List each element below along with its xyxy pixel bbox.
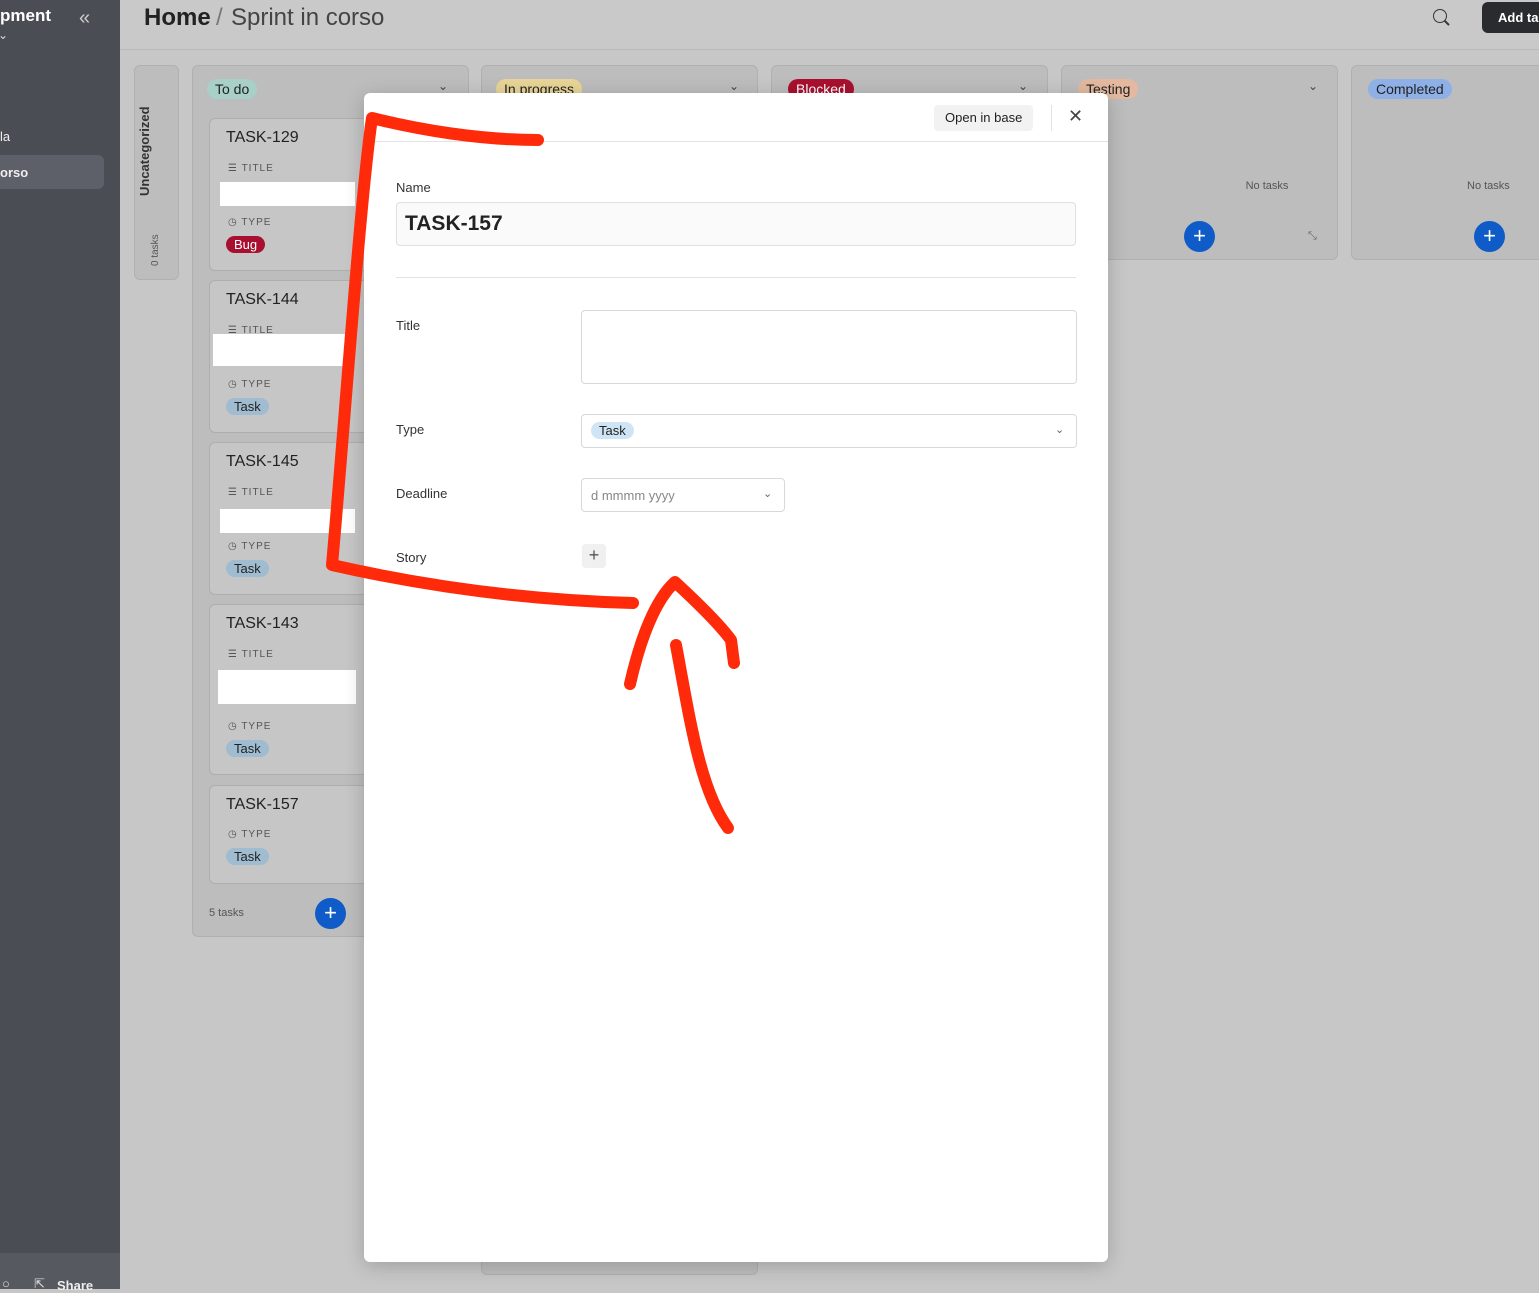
sidebar-item[interactable]: la xyxy=(0,129,10,144)
task-card[interactable]: TASK-129 ☰ TITLE ◷ TYPE Bug xyxy=(209,118,379,271)
card-id: TASK-129 xyxy=(226,129,299,146)
type-chip: Task xyxy=(226,848,269,865)
task-card[interactable]: TASK-145 ☰ TITLE ◷ TYPE Task xyxy=(209,442,379,595)
breadcrumb-separator: / xyxy=(216,4,223,31)
share-button[interactable]: Share xyxy=(57,1278,93,1293)
close-icon[interactable]: ✕ xyxy=(1068,106,1083,127)
field-label-type: ◷ TYPE xyxy=(228,217,272,228)
share-icon: ⇱ xyxy=(34,1276,45,1291)
column-badge: To do xyxy=(207,79,258,99)
add-card-button[interactable]: + xyxy=(1474,221,1505,252)
task-detail-modal: Open in base ✕ Name TASK-157 Title Type … xyxy=(364,93,1108,1262)
field-label-title: ☰ TITLE xyxy=(228,487,274,498)
title-label: Title xyxy=(396,318,421,333)
card-id: TASK-143 xyxy=(226,615,299,632)
open-in-base-button[interactable]: Open in base xyxy=(934,105,1034,131)
breadcrumb-home[interactable]: Home xyxy=(144,4,211,32)
story-label: Story xyxy=(396,550,427,565)
type-select[interactable]: Task ⌄ xyxy=(581,414,1077,448)
add-task-button[interactable]: Add ta xyxy=(1482,2,1539,33)
column-completed: Completed No tasks + xyxy=(1351,65,1539,260)
chevron-down-icon[interactable]: ⌄ xyxy=(1308,79,1318,93)
search-icon[interactable] xyxy=(1433,9,1447,23)
type-chip: Task xyxy=(226,398,269,415)
column-uncategorized[interactable]: Uncategorized 0 tasks xyxy=(134,65,179,280)
sidebar-item-active[interactable]: orso xyxy=(0,155,104,189)
task-card[interactable]: TASK-157 ◷ TYPE Task xyxy=(209,785,379,884)
deadline-picker[interactable]: d mmmm yyyy ⌄ xyxy=(581,478,785,512)
type-chip: Task xyxy=(591,422,634,439)
field-label-title: ☰ TITLE xyxy=(228,163,274,174)
column-title: Uncategorized xyxy=(137,106,152,196)
deadline-placeholder: d mmmm yyyy xyxy=(591,488,675,503)
card-id: TASK-157 xyxy=(226,796,299,813)
field-label-type: ◷ TYPE xyxy=(228,829,272,840)
add-story-button[interactable]: + xyxy=(582,544,606,568)
redacted-title xyxy=(220,182,355,206)
card-id: TASK-144 xyxy=(226,291,299,308)
collapse-sidebar-icon[interactable]: « xyxy=(79,7,90,30)
column-count: 5 tasks xyxy=(209,907,244,919)
chevron-down-icon[interactable]: ⌄ xyxy=(438,79,448,93)
workspace-chevron-icon[interactable]: ⌄ xyxy=(0,28,8,42)
redacted-title xyxy=(218,670,356,704)
field-label-type: ◷ TYPE xyxy=(228,541,272,552)
redacted-title xyxy=(220,509,355,533)
field-label-type: ◷ TYPE xyxy=(228,379,272,390)
column-count: 0 tasks xyxy=(150,234,161,266)
type-chip: Task xyxy=(226,740,269,757)
type-label: Type xyxy=(396,422,425,437)
task-card[interactable]: TASK-143 ☰ TITLE ◷ TYPE Task xyxy=(209,604,379,775)
type-chip: Bug xyxy=(226,236,266,253)
modal-toolbar: Open in base ✕ xyxy=(364,93,1108,142)
field-label-type: ◷ TYPE xyxy=(228,721,272,732)
add-card-button[interactable]: + xyxy=(1184,221,1215,252)
top-bar: Home / Sprint in corso Add ta xyxy=(120,0,1539,50)
name-input[interactable]: TASK-157 xyxy=(396,202,1076,246)
redacted-title xyxy=(213,334,345,366)
chevron-down-icon: ⌄ xyxy=(763,488,773,500)
column-badge: Completed xyxy=(1368,79,1452,99)
title-input[interactable] xyxy=(581,310,1077,384)
empty-state: No tasks xyxy=(1467,180,1510,192)
deadline-label: Deadline xyxy=(396,486,448,501)
breadcrumb-current: Sprint in corso xyxy=(231,4,385,31)
chevron-down-icon: ⌄ xyxy=(1055,424,1065,436)
name-label: Name xyxy=(396,180,431,195)
field-label-title: ☰ TITLE xyxy=(228,649,274,660)
type-chip: Task xyxy=(226,560,269,577)
task-card[interactable]: TASK-144 ☰ TITLE ◷ TYPE Task xyxy=(209,280,379,433)
workspace-title[interactable]: pment xyxy=(0,6,51,26)
divider xyxy=(396,277,1076,278)
chevron-down-icon[interactable]: ⌄ xyxy=(729,79,739,93)
sidebar: pment ⌄ « la orso ○ ⇱ Share xyxy=(0,0,120,1293)
chevron-down-icon[interactable]: ⌄ xyxy=(1018,79,1028,93)
add-card-button[interactable]: + xyxy=(315,898,346,929)
card-id: TASK-145 xyxy=(226,453,299,470)
divider xyxy=(1051,105,1052,131)
expand-icon[interactable]: ⤡ xyxy=(1308,230,1317,243)
